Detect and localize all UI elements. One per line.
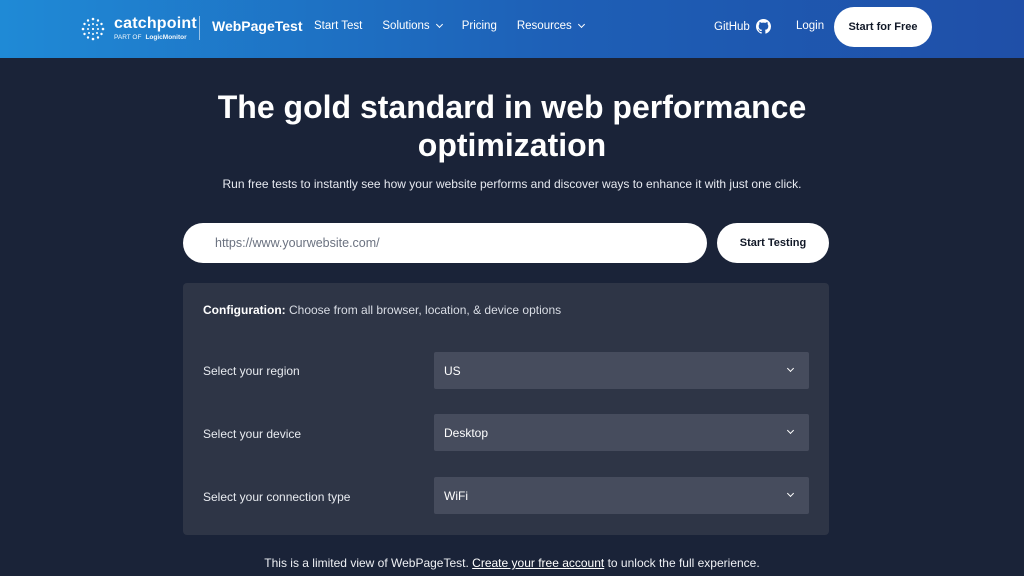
brand-divider xyxy=(199,16,200,40)
device-label: Select your device xyxy=(203,427,302,441)
github-label: GitHub xyxy=(714,20,750,33)
chevron-down-icon xyxy=(786,364,795,373)
main-nav: Start Test Solutions Pricing Resources xyxy=(314,20,604,32)
login-link[interactable]: Login xyxy=(796,20,824,32)
chevron-down-icon xyxy=(786,426,795,435)
start-for-free-button[interactable]: Start for Free xyxy=(834,7,932,47)
chevron-down-icon xyxy=(786,489,795,498)
top-navigation-bar: catchpoint PART OF LogicMonitor WebPageT… xyxy=(0,0,1024,58)
github-icon xyxy=(755,19,771,34)
brand-parent-line: PART OF LogicMonitor xyxy=(114,35,197,42)
region-select[interactable]: US xyxy=(434,352,809,389)
brand-sub-prefix: PART OF xyxy=(114,34,142,42)
configuration-panel: Configuration: Choose from all browser, … xyxy=(183,283,829,535)
region-label: Select your region xyxy=(203,364,300,378)
configuration-title-rest: Choose from all browser, location, & dev… xyxy=(285,303,562,317)
nav-item-start-test[interactable]: Start Test xyxy=(314,20,362,32)
nav-item-pricing[interactable]: Pricing xyxy=(462,20,497,32)
chevron-down-icon xyxy=(435,20,443,29)
nav-item-resources[interactable]: Resources xyxy=(516,20,585,32)
nav-item-solutions[interactable]: Solutions xyxy=(382,20,443,32)
region-select-value: US xyxy=(444,363,461,378)
hero-headline: The gold standard in web performance opt… xyxy=(217,89,807,163)
hero-subhead: Run free tests to instantly see how your… xyxy=(222,177,802,191)
connection-type-select[interactable]: WiFi xyxy=(434,477,809,514)
brand-name: catchpoint xyxy=(114,15,197,33)
nav-label: Resources xyxy=(516,20,572,32)
note-before: This is a limited view of WebPageTest. xyxy=(264,556,473,570)
configuration-title-bold: Configuration: xyxy=(203,303,286,317)
nav-label: Pricing xyxy=(461,20,497,32)
nav-label: Start Test xyxy=(314,20,363,32)
github-link[interactable]: GitHub xyxy=(714,19,771,34)
catchpoint-logo-icon xyxy=(81,17,105,41)
connection-type-label: Select your connection type xyxy=(203,490,351,504)
brand-sub-company: LogicMonitor xyxy=(145,34,187,42)
start-testing-button[interactable]: Start Testing xyxy=(717,223,829,263)
url-input[interactable] xyxy=(183,223,707,263)
device-select-value: Desktop xyxy=(444,425,489,440)
connection-type-select-value: WiFi xyxy=(444,488,468,503)
catchpoint-logo[interactable]: catchpoint PART OF LogicMonitor xyxy=(80,12,197,46)
device-select[interactable]: Desktop xyxy=(434,414,809,451)
note-after: to unlock the full experience. xyxy=(604,556,760,570)
configuration-title: Configuration: Choose from all browser, … xyxy=(203,303,561,317)
limited-view-note: This is a limited view of WebPageTest. C… xyxy=(120,556,904,570)
chevron-down-icon xyxy=(577,20,585,29)
create-account-link[interactable]: Create your free account xyxy=(472,556,604,570)
nav-label: Solutions xyxy=(382,20,430,32)
product-name[interactable]: WebPageTest xyxy=(212,18,303,34)
